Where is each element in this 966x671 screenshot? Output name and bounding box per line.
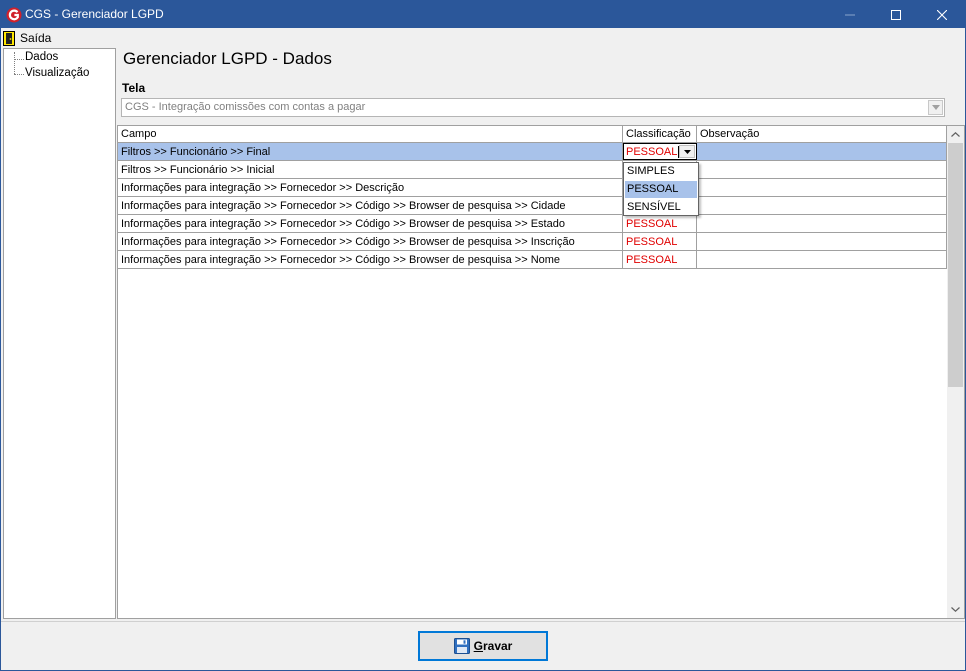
column-header-classificacao[interactable]: Classificação (623, 126, 697, 142)
grid-header: Campo Classificação Observação (118, 126, 947, 143)
table-row[interactable]: Informações para integração >> Fornecedo… (118, 233, 947, 251)
page-title: Gerenciador LGPD - Dados (123, 49, 332, 68)
cell-campo[interactable]: Informações para integração >> Fornecedo… (118, 179, 623, 196)
save-button-label: Gravar (473, 639, 513, 653)
table-row[interactable]: Informações para integração >> Fornecedo… (118, 179, 947, 197)
cell-observacao[interactable] (697, 251, 947, 268)
footer-divider (1, 621, 965, 622)
tree-item-dados[interactable]: Dados (4, 50, 114, 66)
exit-door-icon (3, 30, 15, 46)
floppy-disk-icon (453, 638, 470, 654)
menu-item-label: Saída (20, 31, 52, 45)
chevron-down-icon (951, 607, 960, 612)
cell-observacao[interactable] (697, 215, 947, 232)
column-header-campo[interactable]: Campo (118, 126, 623, 142)
table-row[interactable]: Informações para integração >> Fornecedo… (118, 251, 947, 269)
cell-observacao[interactable] (697, 197, 947, 214)
minimize-icon (845, 14, 855, 15)
navigation-tree: Dados Visualização (3, 48, 116, 619)
cell-observacao[interactable] (697, 233, 947, 250)
table-row[interactable]: Informações para integração >> Fornecedo… (118, 197, 947, 215)
dropdown-option-simples[interactable]: SIMPLES (625, 163, 697, 180)
save-button[interactable]: Gravar (418, 631, 548, 661)
classificacao-editor-value: PESSOAL (626, 146, 678, 158)
cell-observacao[interactable] (697, 161, 947, 178)
cell-campo[interactable]: Informações para integração >> Fornecedo… (118, 233, 623, 250)
tela-select[interactable]: CGS - Integração comissões com contas a … (121, 98, 945, 117)
maximize-icon (891, 9, 901, 20)
classificacao-editor[interactable]: PESSOAL (623, 143, 697, 160)
menu-item-saida[interactable]: Saída (3, 30, 51, 46)
table-row[interactable]: Filtros >> Funcionário >> Final PESSOAL (118, 143, 947, 161)
cell-campo[interactable]: Informações para integração >> Fornecedo… (118, 251, 623, 268)
classificacao-dropdown-list[interactable]: SIMPLES PESSOAL SENSÍVEL (623, 162, 699, 216)
dropdown-option-sensivel[interactable]: SENSÍVEL (625, 199, 697, 216)
table-row[interactable]: Filtros >> Funcionário >> Inicial (118, 161, 947, 179)
cgs-logo-icon (6, 7, 22, 23)
cell-campo[interactable]: Filtros >> Funcionário >> Inicial (118, 161, 623, 178)
close-button[interactable] (919, 1, 965, 28)
title-bar[interactable]: CGS - Gerenciador LGPD (1, 1, 965, 28)
vertical-scrollbar[interactable] (947, 126, 964, 618)
fields-grid[interactable]: Campo Classificação Observação Filtros >… (117, 125, 965, 619)
table-row[interactable]: Informações para integração >> Fornecedo… (118, 215, 947, 233)
cell-campo[interactable]: Informações para integração >> Fornecedo… (118, 215, 623, 232)
chevron-up-icon (951, 132, 960, 137)
tree-item-label: Visualização (25, 67, 90, 79)
tela-select-value: CGS - Integração comissões com contas a … (125, 101, 366, 113)
classificacao-dropdown-button[interactable] (679, 145, 695, 158)
chevron-down-icon (683, 149, 691, 154)
tree-item-label: Dados (25, 51, 59, 63)
cell-observacao[interactable] (697, 179, 947, 196)
tela-label: Tela (122, 81, 146, 95)
maximize-button[interactable] (873, 1, 919, 28)
cell-observacao[interactable] (697, 143, 947, 160)
dropdown-option-pessoal[interactable]: PESSOAL (625, 181, 697, 198)
tree-item-visualizacao[interactable]: Visualização (4, 66, 114, 82)
main-window: CGS - Gerenciador LGPD Saída Dados Visua… (0, 0, 966, 671)
cell-campo[interactable]: Informações para integração >> Fornecedo… (118, 197, 623, 214)
scroll-down-button[interactable] (947, 601, 964, 618)
scroll-up-button[interactable] (947, 126, 964, 143)
cell-classificacao[interactable]: PESSOAL (623, 233, 697, 250)
cell-classificacao[interactable]: PESSOAL (623, 215, 697, 232)
cell-classificacao[interactable]: PESSOAL (623, 251, 697, 268)
column-header-observacao[interactable]: Observação (697, 126, 947, 142)
close-icon (937, 9, 947, 20)
chevron-down-icon (931, 105, 940, 110)
menu-bar: Saída (1, 28, 965, 48)
minimize-button[interactable] (827, 1, 873, 28)
cell-campo[interactable]: Filtros >> Funcionário >> Final (118, 143, 623, 160)
scroll-thumb[interactable] (948, 143, 963, 387)
window-title: CGS - Gerenciador LGPD (25, 7, 164, 21)
tela-select-dropdown-button[interactable] (928, 100, 943, 115)
